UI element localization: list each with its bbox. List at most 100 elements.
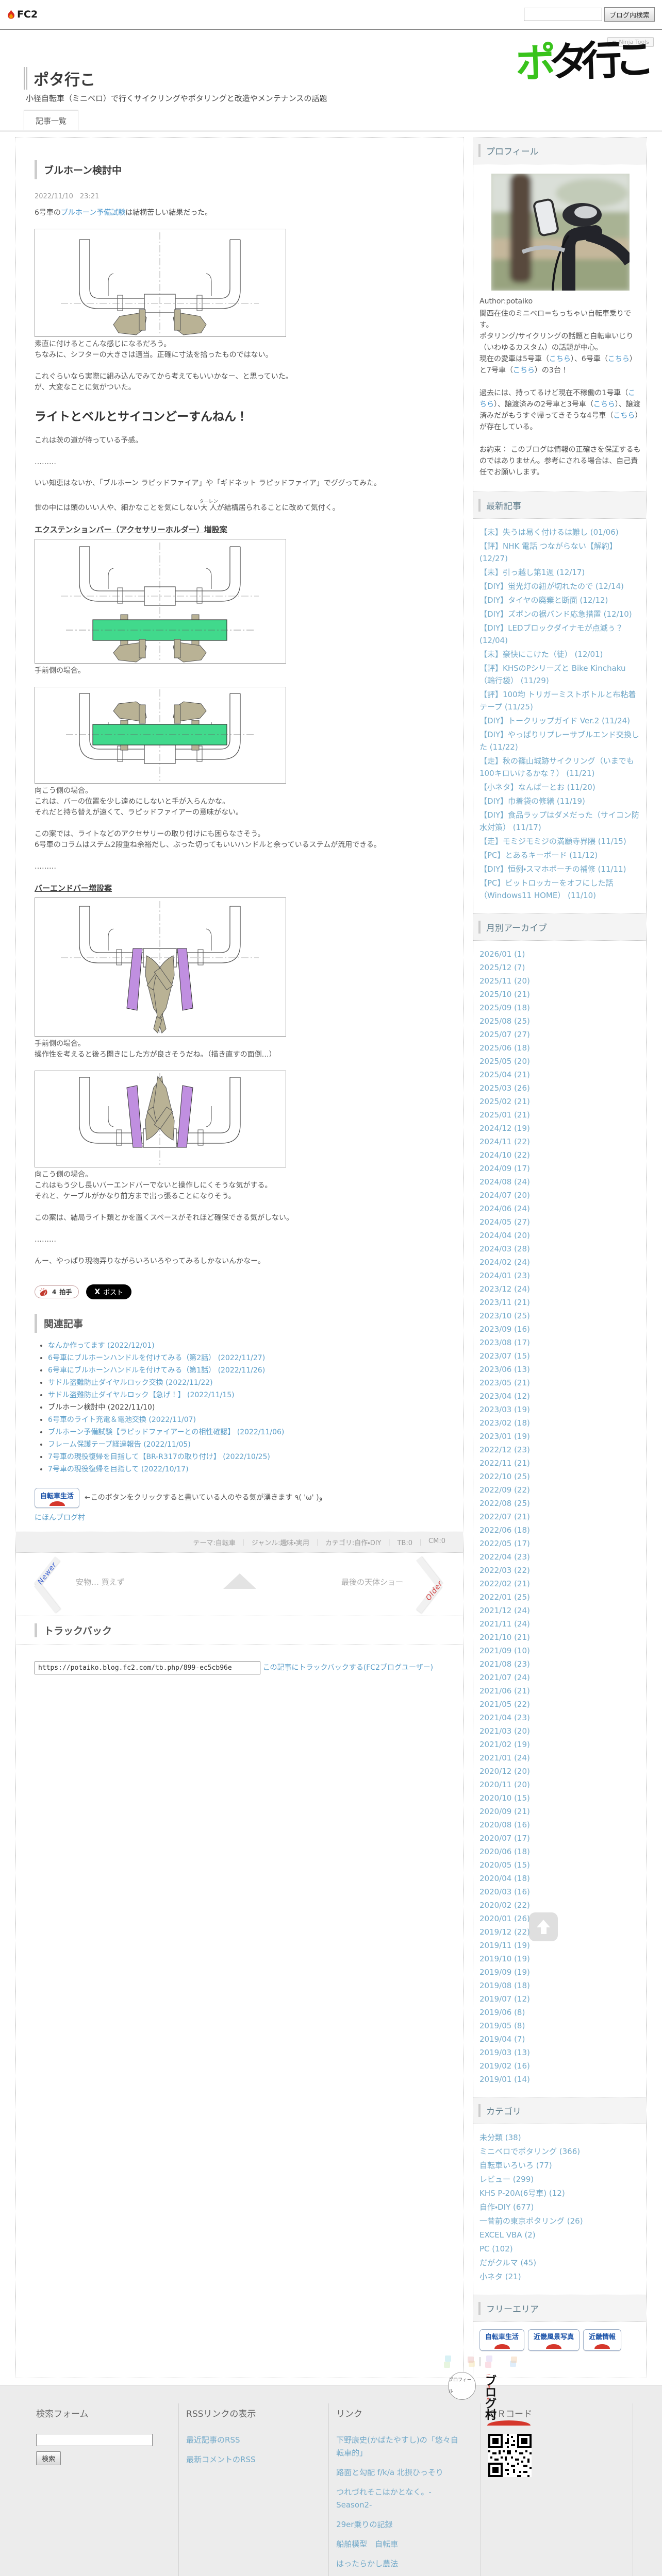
archive-month-item[interactable]: 2023/11 (21) bbox=[479, 1296, 641, 1309]
entry-title[interactable]: ブルホーン検討中 bbox=[35, 160, 444, 179]
archive-month-link[interactable]: 2022/12 (23) bbox=[479, 1445, 530, 1454]
inline-link[interactable]: こちら bbox=[613, 412, 635, 420]
archive-month-item[interactable]: 2022/08 (25) bbox=[479, 1497, 641, 1510]
archive-month-link[interactable]: 2022/08 (25) bbox=[479, 1499, 530, 1508]
related-article-item[interactable]: 7号車の現役復帰を目指して【BR-R317の取り付け】 (2022/10/25) bbox=[48, 1451, 444, 1463]
page-top-button[interactable] bbox=[529, 1912, 558, 1941]
archive-month-item[interactable]: 2020/06 (18) bbox=[479, 1845, 641, 1858]
archive-month-link[interactable]: 2024/10 (22) bbox=[479, 1150, 530, 1160]
recent-article-link[interactable]: 【評】KHSのPシリーズと Bike Kinchaku（輪行袋） (11/29) bbox=[479, 664, 626, 685]
archive-month-item[interactable]: 2024/10 (22) bbox=[479, 1149, 641, 1161]
archive-month-link[interactable]: 2022/09 (22) bbox=[479, 1485, 530, 1495]
category-link[interactable]: KHS P-20A(6号車) (12) bbox=[479, 2189, 565, 2198]
archive-month-item[interactable]: 2020/09 (21) bbox=[479, 1805, 641, 1818]
archive-month-link[interactable]: 2024/11 (22) bbox=[479, 1137, 530, 1146]
archive-month-link[interactable]: 2025/03 (26) bbox=[479, 1083, 530, 1093]
archive-month-link[interactable]: 2020/11 (20) bbox=[479, 1780, 530, 1789]
related-article-link[interactable]: フレーム保護テープ経過報告 (2022/11/05) bbox=[48, 1440, 191, 1449]
blog-search-input[interactable] bbox=[523, 8, 602, 21]
recent-article-item[interactable]: 【PC】ビットロッカーをオフにした話（Windows11 HOME） (11/1… bbox=[479, 877, 641, 902]
archive-month-item[interactable]: 2022/05 (17) bbox=[479, 1537, 641, 1550]
archive-month-link[interactable]: 2019/01 (14) bbox=[479, 2075, 530, 2084]
recent-article-item[interactable]: 【PC】とあるキーボード (11/12) bbox=[479, 849, 641, 861]
rss-item[interactable]: 最新コメントのRSS bbox=[186, 2453, 309, 2466]
archive-month-item[interactable]: 2020/02 (22) bbox=[479, 1899, 641, 1911]
archive-month-link[interactable]: 2025/07 (27) bbox=[479, 1030, 530, 1039]
archive-month-link[interactable]: 2023/12 (24) bbox=[479, 1284, 530, 1294]
archive-month-item[interactable]: 2023/06 (13) bbox=[479, 1363, 641, 1376]
archive-month-item[interactable]: 2025/02 (21) bbox=[479, 1095, 641, 1108]
archive-month-item[interactable]: 2024/07 (20) bbox=[479, 1189, 641, 1201]
related-article-item[interactable]: 6号車にブルホーンハンドルを付けてみる（第2話） (2022/11/27) bbox=[48, 1352, 444, 1364]
trackback-url-input[interactable] bbox=[35, 1662, 260, 1674]
archive-month-link[interactable]: 2024/07 (20) bbox=[479, 1191, 530, 1200]
archive-month-item[interactable]: 2025/07 (27) bbox=[479, 1028, 641, 1041]
archive-month-item[interactable]: 2020/10 (15) bbox=[479, 1792, 641, 1804]
archive-month-item[interactable]: 2020/08 (16) bbox=[479, 1819, 641, 1831]
blogroll-item[interactable]: 路面と勾配 f/k/a 北摂ひっそり bbox=[336, 2466, 459, 2479]
recent-article-item[interactable]: 【DIY】蛍光灯の紐が切れたので (12/14) bbox=[479, 580, 641, 592]
archive-month-item[interactable]: 2021/04 (23) bbox=[479, 1711, 641, 1724]
archive-month-link[interactable]: 2022/01 (25) bbox=[479, 1592, 530, 1602]
blogroll-link[interactable]: つれづれそこはかとなく。-Season2- bbox=[336, 2487, 432, 2510]
recent-article-link[interactable]: 【DIY】やっぱりリプレーサブルエンド交換した (11/22) bbox=[479, 730, 639, 752]
archive-month-link[interactable]: 2019/02 (16) bbox=[479, 2061, 530, 2071]
archive-month-link[interactable]: 2020/02 (22) bbox=[479, 1901, 530, 1910]
archive-month-link[interactable]: 2024/05 (27) bbox=[479, 1217, 530, 1227]
archive-month-link[interactable]: 2019/08 (18) bbox=[479, 1981, 530, 1990]
archive-month-item[interactable]: 2024/12 (19) bbox=[479, 1122, 641, 1134]
archive-month-link[interactable]: 2020/07 (17) bbox=[479, 1834, 530, 1843]
archive-month-item[interactable]: 2020/04 (18) bbox=[479, 1872, 641, 1885]
archive-month-link[interactable]: 2023/04 (12) bbox=[479, 1392, 530, 1401]
inline-link[interactable]: ブルホーン予備試験 bbox=[61, 209, 125, 217]
archive-month-link[interactable]: 2019/11 (19) bbox=[479, 1941, 530, 1950]
ranking-badge[interactable]: 近畿風景写真 bbox=[528, 2329, 580, 2351]
home-icon[interactable] bbox=[223, 1565, 256, 1589]
entry-meta-link[interactable]: CM:0 bbox=[428, 1537, 445, 1545]
archive-month-link[interactable]: 2023/08 (17) bbox=[479, 1338, 530, 1347]
archive-month-item[interactable]: 2023/09 (16) bbox=[479, 1323, 641, 1335]
archive-month-link[interactable]: 2025/10 (21) bbox=[479, 990, 530, 999]
newer-entry-link[interactable]: 安物… 買えず bbox=[76, 1577, 125, 1587]
archive-month-link[interactable]: 2020/12 (20) bbox=[479, 1767, 530, 1776]
archive-month-link[interactable]: 2022/03 (22) bbox=[479, 1566, 530, 1575]
fc2-logo[interactable]: FC2 bbox=[7, 9, 38, 20]
archive-month-link[interactable]: 2024/04 (20) bbox=[479, 1231, 530, 1240]
archive-month-item[interactable]: 2022/11 (21) bbox=[479, 1457, 641, 1469]
archive-month-link[interactable]: 2023/02 (18) bbox=[479, 1418, 530, 1428]
archive-month-item[interactable]: 2022/12 (23) bbox=[479, 1444, 641, 1456]
blogroll-link[interactable]: 29er乗りの記録 bbox=[336, 2520, 392, 2529]
recent-article-link[interactable]: 【DIY】LEDブロックダイナモが点滅ぅ？ (12/04) bbox=[479, 623, 623, 645]
archive-month-item[interactable]: 2022/07 (21) bbox=[479, 1511, 641, 1523]
archive-month-item[interactable]: 2023/03 (19) bbox=[479, 1403, 641, 1416]
category-item[interactable]: 一昔前の東京ポタリング (26) bbox=[479, 2215, 641, 2227]
recent-article-item[interactable]: 【未】引っ越し第1週 (12/17) bbox=[479, 566, 641, 579]
archive-month-link[interactable]: 2022/05 (17) bbox=[479, 1539, 530, 1548]
archive-month-item[interactable]: 2019/08 (18) bbox=[479, 1979, 641, 1992]
archive-month-link[interactable]: 2025/12 (7) bbox=[479, 963, 525, 972]
archive-month-item[interactable]: 2019/07 (12) bbox=[479, 1993, 641, 2005]
recent-article-link[interactable]: 【PC】ビットロッカーをオフにした話（Windows11 HOME） (11/1… bbox=[479, 878, 614, 900]
archive-month-item[interactable]: 2022/03 (22) bbox=[479, 1564, 641, 1577]
archive-month-item[interactable]: 2024/04 (20) bbox=[479, 1229, 641, 1242]
archive-month-item[interactable]: 2019/03 (13) bbox=[479, 2046, 641, 2059]
archive-month-link[interactable]: 2023/03 (19) bbox=[479, 1405, 530, 1414]
archive-month-link[interactable]: 2020/06 (18) bbox=[479, 1847, 530, 1856]
archive-month-item[interactable]: 2020/01 (26) bbox=[479, 1912, 641, 1925]
cad-figure-extension-near[interactable] bbox=[35, 539, 286, 664]
archive-month-item[interactable]: 2022/04 (23) bbox=[479, 1551, 641, 1563]
recent-article-link[interactable]: 【未】引っ越し第1週 (12/17) bbox=[479, 568, 585, 577]
archive-month-link[interactable]: 2022/10 (25) bbox=[479, 1472, 530, 1481]
category-link[interactable]: 一昔前の東京ポタリング (26) bbox=[479, 2216, 583, 2226]
rss-link[interactable]: 最近記事のRSS bbox=[186, 2435, 240, 2445]
inline-link[interactable]: こちら bbox=[593, 400, 615, 409]
archive-month-link[interactable]: 2022/11 (21) bbox=[479, 1459, 530, 1468]
related-article-link[interactable]: サドル盗難防止ダイヤルロック交換 (2022/11/22) bbox=[48, 1379, 213, 1387]
archive-month-item[interactable]: 2021/09 (10) bbox=[479, 1645, 641, 1657]
recent-article-item[interactable]: 【DIY】タイヤの廃棄と断面 (12/12) bbox=[479, 594, 641, 606]
archive-month-link[interactable]: 2023/07 (15) bbox=[479, 1351, 530, 1361]
archive-month-item[interactable]: 2020/05 (15) bbox=[479, 1859, 641, 1871]
category-item[interactable]: ミニベロでポタリング (366) bbox=[479, 2145, 641, 2158]
archive-month-item[interactable]: 2021/08 (23) bbox=[479, 1658, 641, 1670]
archive-month-link[interactable]: 2021/10 (21) bbox=[479, 1633, 530, 1642]
